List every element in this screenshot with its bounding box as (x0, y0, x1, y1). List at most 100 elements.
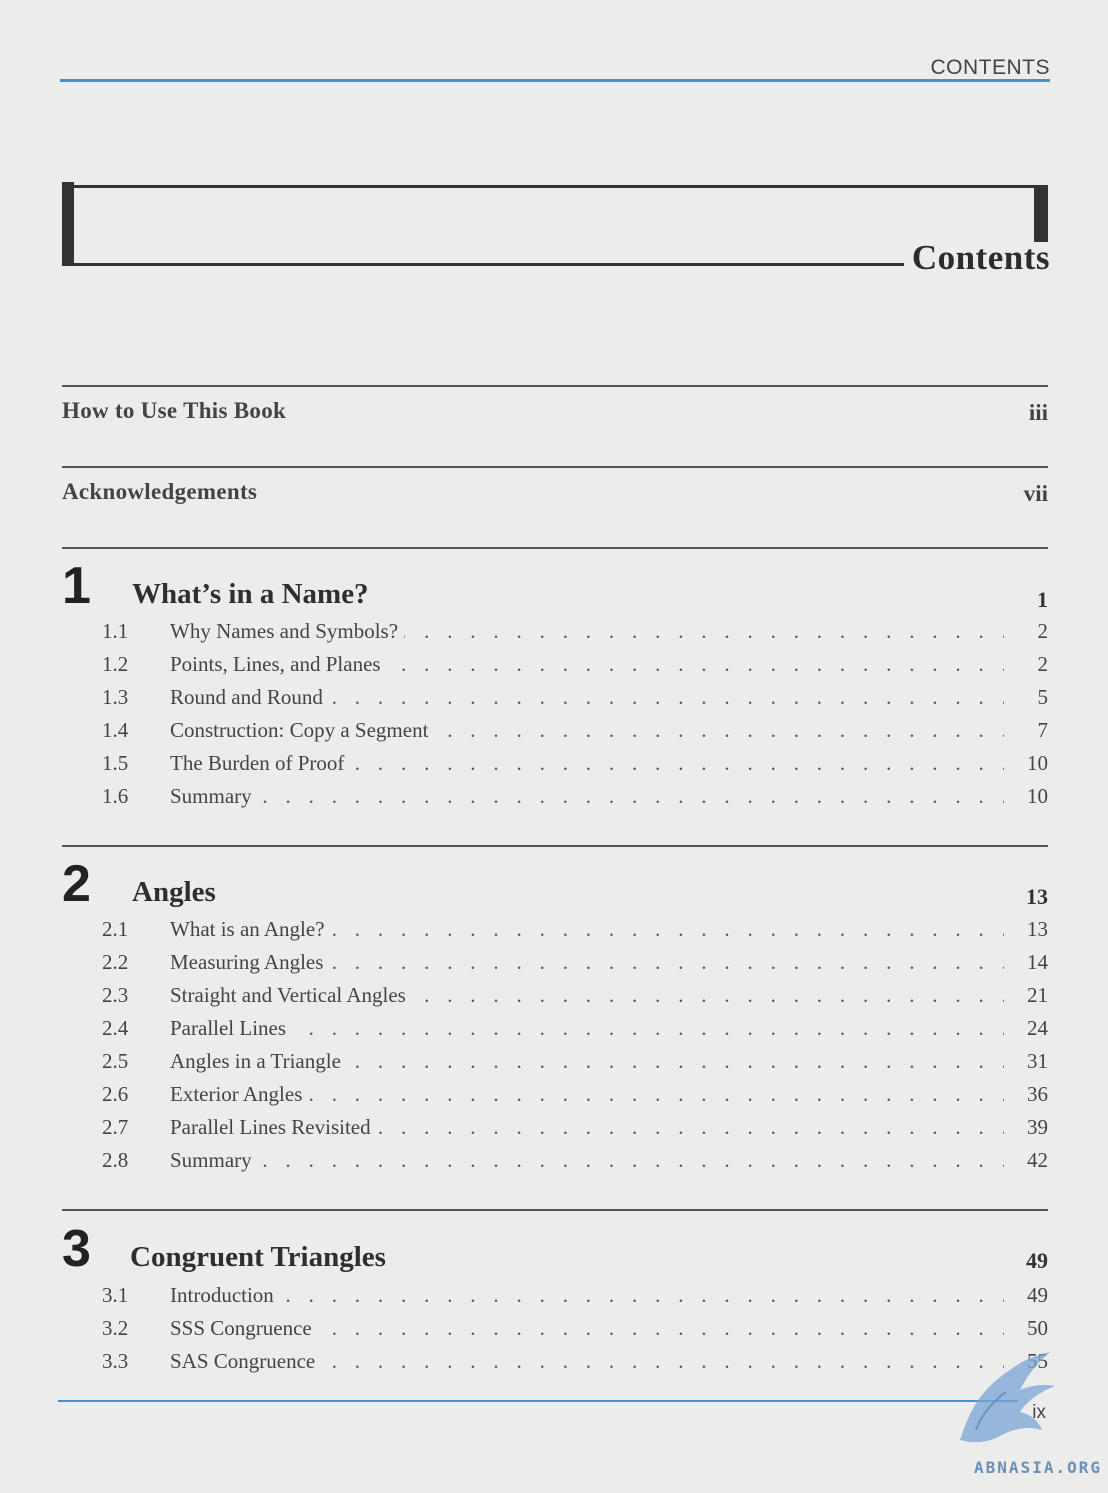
section-number: 2.1 (102, 917, 129, 941)
dot-leader: . . . . . . . . . . . . . . . . . . . . … (170, 1283, 1004, 1307)
toc-entry: 1.2 Points, Lines, and Planes . . . . . … (102, 652, 1048, 685)
chapter-title: Angles (132, 876, 216, 908)
section-page: 5 (1037, 685, 1049, 709)
section-page: 21 (1027, 983, 1048, 1007)
section-page: 31 (1027, 1049, 1048, 1073)
watermark-text: ABNASIA.ORG (974, 1458, 1102, 1477)
section-number: 2.4 (102, 1016, 129, 1040)
section-title: Why Names and Symbols? (170, 619, 405, 644)
section-page: 49 (1027, 1283, 1048, 1307)
section-title: Measuring Angles (170, 950, 330, 975)
chapter-page: 1 (1037, 587, 1048, 612)
section-page: 13 (1027, 917, 1048, 941)
section-number: 2.3 (102, 983, 129, 1007)
section-title: Exterior Angles (170, 1082, 309, 1107)
toc-entry: 3.2 SSS Congruence . . . . . . . . . . .… (102, 1316, 1048, 1349)
section-title: Summary (170, 1148, 258, 1173)
divider (62, 1209, 1048, 1211)
page-title: Contents (911, 238, 1050, 277)
section-number: 3.2 (102, 1316, 129, 1340)
dot-leader: . . . . . . . . . . . . . . . . . . . . … (170, 784, 1004, 808)
toc-entry: 2.3 Straight and Vertical Angles . . . .… (102, 983, 1048, 1016)
section-title: What is an Angle? (170, 917, 331, 942)
section-page: 42 (1027, 1148, 1048, 1172)
title-frame-right-bar (1034, 188, 1048, 242)
section-number: 1.3 (102, 685, 129, 709)
title-frame-left-bar (62, 182, 74, 266)
front-matter-label: Acknowledgements (62, 479, 258, 504)
toc-entry: 1.3 Round and Round . . . . . . . . . . … (102, 685, 1048, 718)
front-matter-page: iii (1028, 400, 1048, 425)
toc-entry: 2.6 Exterior Angles . . . . . . . . . . … (102, 1082, 1048, 1115)
title-frame-bottom-rule (62, 263, 904, 266)
chapter-page: 49 (1026, 1248, 1048, 1273)
toc-entry: 2.1 What is an Angle? . . . . . . . . . … (102, 917, 1048, 950)
section-title: Parallel Lines Revisited (170, 1115, 377, 1140)
section-title: Construction: Copy a Segment (170, 718, 435, 743)
section-number: 1.5 (102, 751, 129, 775)
section-title: The Burden of Proof (170, 751, 351, 776)
section-number: 3.3 (102, 1349, 129, 1373)
section-number: 2.7 (102, 1115, 129, 1139)
toc-entry: 3.1 Introduction . . . . . . . . . . . .… (102, 1283, 1048, 1316)
chapter-title: Congruent Triangles (130, 1241, 386, 1273)
divider (62, 547, 1048, 549)
toc-entry: 2.7 Parallel Lines Revisited . . . . . .… (102, 1115, 1048, 1148)
front-matter-label: How to Use This Book (62, 398, 287, 423)
section-title: Round and Round (170, 685, 329, 710)
section-page: 7 (1037, 718, 1049, 742)
toc-entry: 1.6 Summary . . . . . . . . . . . . . . … (102, 784, 1048, 817)
section-title: Summary (170, 784, 258, 809)
chapter-number: 2 (62, 855, 91, 913)
toc-entry: 3.3 SAS Congruence . . . . . . . . . . .… (102, 1349, 1048, 1382)
section-title: Straight and Vertical Angles (170, 983, 412, 1008)
section-title: SSS Congruence (170, 1316, 318, 1341)
toc-entry: 2.5 Angles in a Triangle . . . . . . . .… (102, 1049, 1048, 1082)
section-title: Angles in a Triangle (170, 1049, 347, 1074)
section-page: 10 (1027, 751, 1048, 775)
front-matter-page: vii (1023, 481, 1048, 506)
dot-leader: . . . . . . . . . . . . . . . . . . . . … (170, 1016, 1004, 1040)
section-page: 10 (1027, 784, 1048, 808)
section-number: 1.1 (102, 619, 129, 643)
section-title: Points, Lines, and Planes (170, 652, 387, 677)
section-page: 36 (1027, 1082, 1048, 1106)
section-number: 2.2 (102, 950, 129, 974)
section-number: 1.4 (102, 718, 129, 742)
section-page: 39 (1027, 1115, 1048, 1139)
section-title: Introduction (170, 1283, 280, 1308)
section-number: 1.6 (102, 784, 129, 808)
header-rule (60, 79, 1050, 82)
section-title: SAS Congruence (170, 1349, 322, 1374)
divider (62, 385, 1048, 387)
title-frame-top-rule (62, 185, 1048, 188)
toc-entry: 1.1 Why Names and Symbols? . . . . . . .… (102, 619, 1048, 652)
section-page: 24 (1027, 1016, 1048, 1040)
running-head: CONTENTS (930, 56, 1050, 79)
footer-rule (58, 1400, 1018, 1402)
toc-entry: 2.8 Summary . . . . . . . . . . . . . . … (102, 1148, 1048, 1181)
toc-entry: 1.5 The Burden of Proof . . . . . . . . … (102, 751, 1048, 784)
chapter-number: 1 (62, 557, 91, 615)
divider (62, 845, 1048, 847)
chapter-page: 13 (1026, 884, 1048, 909)
section-page: 2 (1037, 652, 1049, 676)
section-number: 3.1 (102, 1283, 129, 1307)
toc-entry: 1.4 Construction: Copy a Segment . . . .… (102, 718, 1048, 751)
section-number: 2.6 (102, 1082, 129, 1106)
toc-front-matter-row: Acknowledgements vii (62, 479, 1048, 519)
chapter-number: 3 (62, 1220, 91, 1278)
toc-entry: 2.2 Measuring Angles . . . . . . . . . .… (102, 950, 1048, 983)
dot-leader: . . . . . . . . . . . . . . . . . . . . … (170, 1148, 1004, 1172)
section-number: 1.2 (102, 652, 129, 676)
divider (62, 466, 1048, 468)
section-number: 2.8 (102, 1148, 129, 1172)
section-number: 2.5 (102, 1049, 129, 1073)
section-page: 2 (1037, 619, 1049, 643)
griffin-watermark-icon (960, 1352, 1055, 1443)
toc-entry: 2.4 Parallel Lines . . . . . . . . . . .… (102, 1016, 1048, 1049)
section-title: Parallel Lines (170, 1016, 293, 1041)
chapter-title: What’s in a Name? (132, 578, 369, 610)
section-page: 14 (1027, 950, 1048, 974)
toc-front-matter-row: How to Use This Book iii (62, 398, 1048, 438)
